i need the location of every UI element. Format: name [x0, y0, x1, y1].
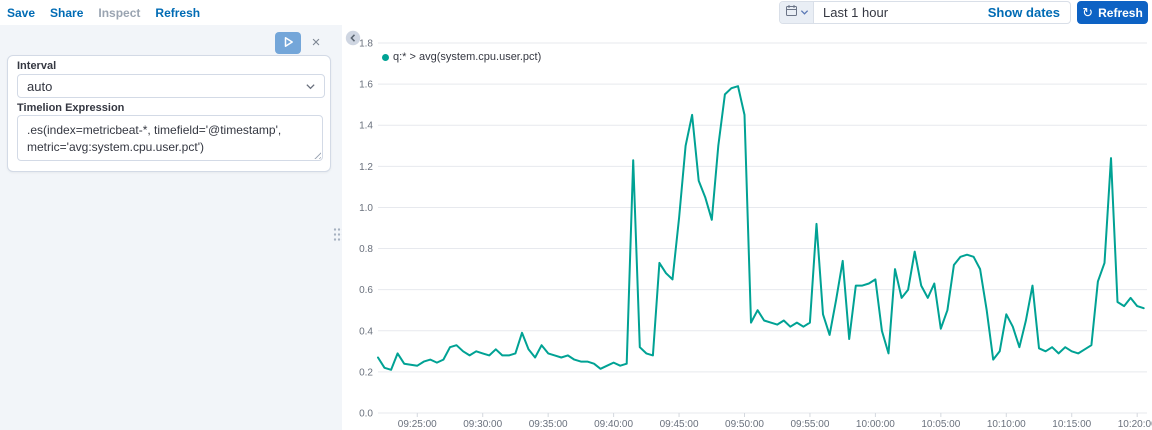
inspect-button[interactable]: Inspect — [98, 6, 140, 20]
y-axis-tick-label: 0.2 — [359, 367, 373, 378]
collapse-panel-button[interactable] — [345, 30, 361, 46]
timelion-chart[interactable]: 0.0 0.2 0.4 0.6 0.8 1.0 1.2 1.4 1.6 1.8 09:25:00 09… — [342, 25, 1152, 430]
refresh-button[interactable]: ↻ Refresh — [1077, 1, 1148, 24]
top-toolbar: Save Share Inspect Refresh Last 1 hour S… — [0, 0, 1152, 26]
toolbar-links: Save Share Inspect Refresh — [7, 0, 200, 25]
expression-label: Timelion Expression — [17, 102, 125, 114]
x-axis-tick-label: 10:15:00 — [1052, 419, 1091, 430]
legend-series-label: q:* > avg(system.cpu.user.pct) — [393, 51, 542, 63]
series-line — [377, 85, 1145, 371]
chevron-down-icon — [800, 4, 809, 22]
y-axis-tick-label: 1.8 — [359, 39, 373, 50]
share-button[interactable]: Share — [50, 6, 83, 20]
chevron-down-icon — [306, 83, 315, 89]
refresh-icon: ↻ — [1082, 5, 1094, 20]
x-axis-tick-label: 09:45:00 — [660, 419, 699, 430]
y-axis-tick-label: 0.0 — [359, 409, 373, 420]
series-editor-pane: × Interval auto Timelion Expression .es(… — [0, 25, 342, 430]
interval-select[interactable]: auto — [17, 74, 325, 98]
refresh-link-button[interactable]: Refresh — [155, 6, 200, 20]
refresh-button-label: Refresh — [1098, 5, 1143, 20]
timelion-visualize-app: Save Share Inspect Refresh Last 1 hour S… — [0, 0, 1152, 430]
x-axis-tick-label: 09:55:00 — [790, 419, 829, 430]
x-axis-tick-label: 10:10:00 — [987, 419, 1026, 430]
show-dates-button[interactable]: Show dates — [988, 5, 1070, 20]
chart-legend: q:* > avg(system.cpu.user.pct) — [382, 51, 541, 63]
y-axis-tick-label: 0.8 — [359, 244, 373, 255]
play-icon — [283, 36, 294, 51]
timelion-expression-input[interactable]: .es(index=metricbeat-*, timefield='@time… — [17, 115, 323, 161]
y-axis-tick-label: 1.0 — [359, 203, 373, 214]
close-icon[interactable]: × — [307, 34, 325, 52]
x-axis-tick-label: 09:25:00 — [398, 419, 437, 430]
y-axis-tick-label: 0.6 — [359, 285, 373, 296]
interval-select-value: auto — [27, 78, 53, 94]
y-axis-tick-label: 1.2 — [359, 162, 373, 173]
x-axis-tick-label: 10:00:00 — [856, 419, 895, 430]
x-axis-tick-label: 10:05:00 — [921, 419, 960, 430]
chevron-left-circle-icon — [345, 30, 361, 49]
y-axis-tick-label: 0.4 — [359, 326, 373, 337]
legend-series-dot — [382, 53, 389, 61]
date-quick-select-button[interactable] — [780, 2, 814, 23]
interval-label: Interval — [17, 60, 57, 72]
time-range-value[interactable]: Last 1 hour — [814, 5, 988, 20]
x-axis-tick-label: 09:30:00 — [463, 419, 502, 430]
series-actions: × — [0, 31, 331, 55]
pane-resizer-handle[interactable] — [333, 227, 342, 243]
chart-panel: q:* > avg(system.cpu.user.pct) 0.0 0.2 0.4… — [342, 25, 1152, 430]
x-axis-tick-label: 09:35:00 — [529, 419, 568, 430]
expression-field-wrap: .es(index=metricbeat-*, timefield='@time… — [17, 115, 323, 161]
series-editor-card: Interval auto Timelion Expression .es(in… — [7, 55, 331, 172]
calendar-icon — [785, 4, 798, 22]
time-picker: Last 1 hour Show dates — [779, 1, 1071, 24]
save-button[interactable]: Save — [7, 6, 35, 20]
x-axis-tick-label: 10:20:00 — [1118, 419, 1152, 430]
x-axis-tick-label: 09:50:00 — [725, 419, 764, 430]
x-axis-tick-label: 09:40:00 — [594, 419, 633, 430]
y-axis-tick-label: 1.4 — [359, 121, 373, 132]
play-button[interactable] — [275, 32, 301, 54]
y-axis-tick-label: 1.6 — [359, 80, 373, 91]
